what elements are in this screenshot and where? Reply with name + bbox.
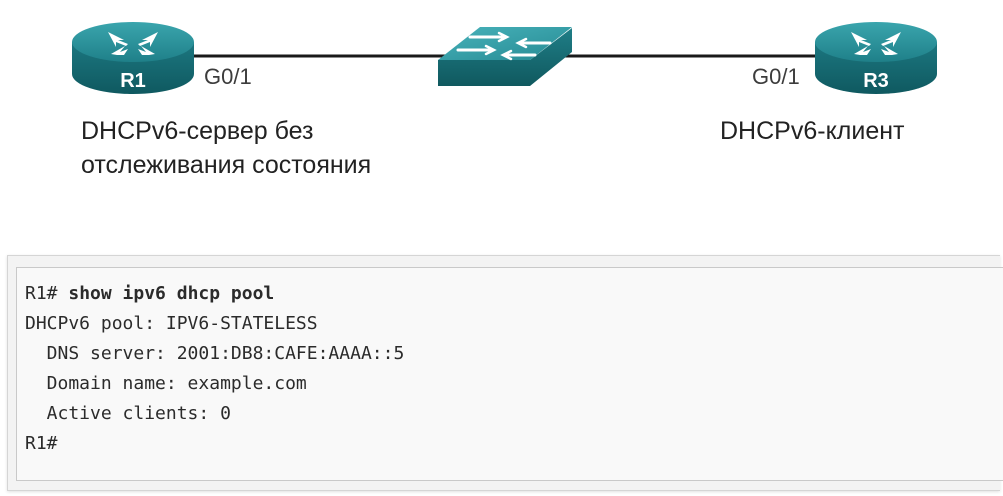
r1-role-caption-line1: DHCPv6-сервер без bbox=[81, 117, 314, 145]
r3-port-label: G0/1 bbox=[752, 64, 800, 89]
terminal-command: show ipv6 dhcp pool bbox=[68, 283, 275, 304]
r1-role-caption-line2: отслеживания состояния bbox=[81, 151, 372, 179]
router-r1-icon[interactable]: R1 bbox=[72, 22, 194, 94]
terminal-end-prompt: R1# bbox=[25, 433, 58, 454]
terminal-output-line: Active clients: 0 bbox=[25, 403, 231, 424]
switch-icon[interactable] bbox=[438, 27, 572, 86]
r1-port-label: G0/1 bbox=[204, 64, 252, 89]
router-r3-label: R3 bbox=[863, 70, 889, 92]
terminal-output-line: DHCPv6 pool: IPV6-STATELESS bbox=[25, 313, 318, 334]
terminal-output-line: DNS server: 2001:DB8:CAFE:AAAA::5 bbox=[25, 343, 405, 364]
terminal-prompt: R1# bbox=[25, 283, 69, 304]
router-r1-label: R1 bbox=[120, 70, 146, 92]
r3-role-caption: DHCPv6-клиент bbox=[720, 114, 905, 148]
r3-role-caption-line1: DHCPv6-клиент bbox=[720, 117, 905, 145]
router-r3-icon[interactable]: R3 bbox=[815, 22, 937, 94]
cli-output-terminal: R1# show ipv6 dhcp pool DHCPv6 pool: IPV… bbox=[16, 267, 1003, 481]
r1-role-caption: DHCPv6-сервер без отслеживания состояния bbox=[81, 114, 371, 182]
terminal-output-line: Domain name: example.com bbox=[25, 373, 307, 394]
terminal-command-line: R1# show ipv6 dhcp pool bbox=[25, 279, 1003, 309]
